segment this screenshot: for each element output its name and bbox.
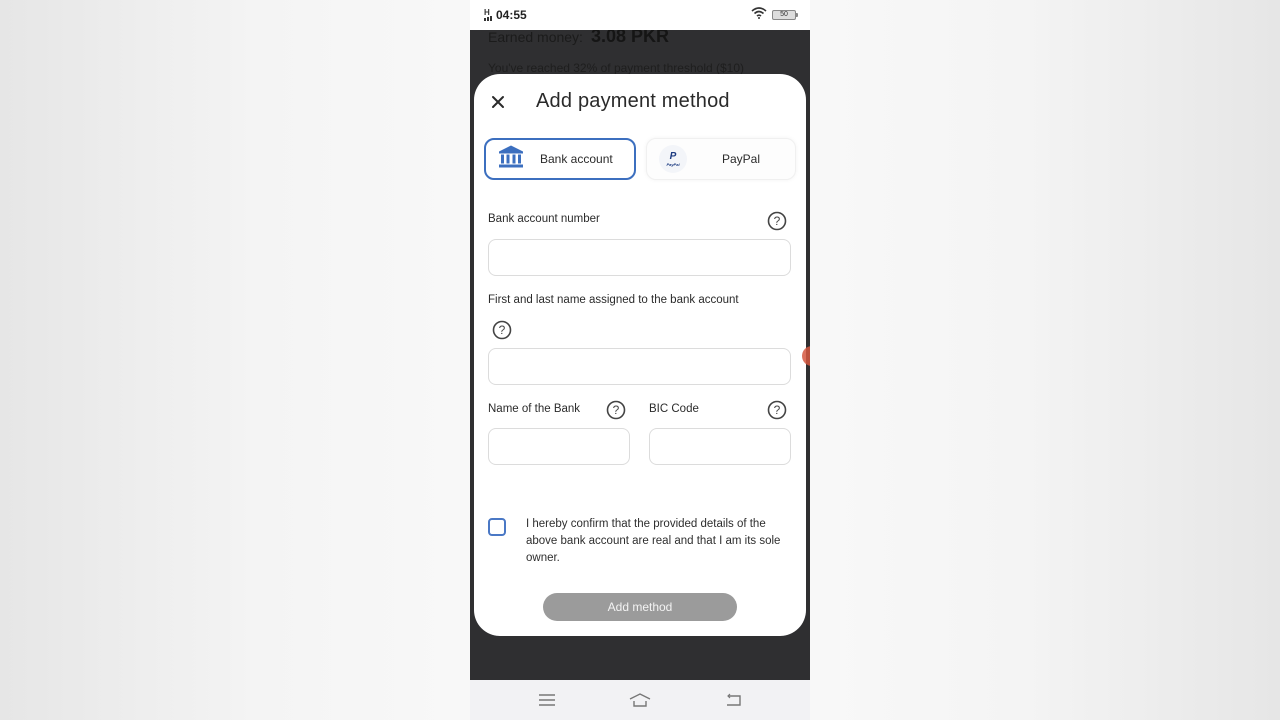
battery-icon: 50 (772, 10, 798, 20)
help-icon: ? (606, 400, 626, 420)
network-type-label: H (484, 8, 490, 17)
bic-code-label: BIC Code (649, 403, 699, 415)
threshold-progress-text: You've reached 32% of payment threshold … (488, 61, 745, 75)
system-navigation-bar (470, 680, 810, 720)
status-bar: H 04:55 50 (470, 0, 810, 30)
back-button[interactable] (721, 690, 745, 710)
help-icon: ? (767, 400, 787, 420)
close-icon (492, 96, 504, 108)
help-icon: ? (767, 211, 787, 231)
phone-screen: H 04:55 50 Earned money: 3.08 PKR You've… (470, 0, 810, 720)
tab-paypal[interactable]: P PayPal PayPal (646, 138, 796, 180)
help-icon: ? (492, 320, 512, 340)
bank-name-label: Name of the Bank (488, 403, 581, 415)
dialog-title: Add payment method (536, 90, 730, 112)
account-number-label: Bank account number (488, 213, 600, 225)
bic-code-help-button[interactable]: ? (767, 400, 787, 420)
recent-apps-button[interactable] (535, 690, 559, 710)
earned-money-label: Earned money: (488, 29, 583, 45)
svg-text:?: ? (499, 323, 506, 337)
tab-bank-account-label: Bank account (540, 152, 613, 166)
svg-text:?: ? (774, 214, 781, 228)
paypal-logo-icon: P PayPal (659, 145, 687, 173)
home-icon (629, 693, 651, 707)
home-button[interactable] (628, 690, 652, 710)
menu-icon (538, 694, 555, 706)
bank-name-help-button[interactable]: ? (606, 400, 626, 420)
add-method-button[interactable]: Add method (543, 593, 737, 621)
background-page: Earned money: 3.08 PKR You've reached 32… (488, 26, 744, 75)
holder-name-help-button[interactable]: ? (492, 320, 512, 340)
bank-name-input[interactable] (488, 428, 630, 465)
cellular-signal-icon: H (484, 9, 492, 21)
bank-icon (498, 145, 524, 174)
dialog-header: Add payment method (474, 88, 806, 116)
confirm-ownership-checkbox[interactable] (488, 518, 506, 536)
svg-text:?: ? (774, 403, 781, 417)
close-button[interactable] (488, 92, 508, 112)
confirm-ownership-text: I hereby confirm that the provided detai… (526, 518, 781, 564)
holder-name-input[interactable] (488, 348, 791, 385)
bic-code-input[interactable] (649, 428, 791, 465)
tab-paypal-label: PayPal (721, 152, 761, 166)
tab-bank-account[interactable]: Bank account (484, 138, 636, 180)
svg-text:?: ? (613, 403, 620, 417)
holder-name-label: First and last name assigned to the bank… (488, 294, 739, 306)
back-icon (727, 693, 742, 706)
add-payment-method-dialog: Add payment method Bank account P PayPal… (474, 74, 806, 636)
wifi-icon (751, 6, 767, 24)
account-number-help-button[interactable]: ? (767, 211, 787, 231)
account-number-input[interactable] (488, 239, 791, 276)
payment-method-tabs: Bank account P PayPal PayPal (484, 138, 796, 180)
status-time: 04:55 (496, 8, 527, 22)
